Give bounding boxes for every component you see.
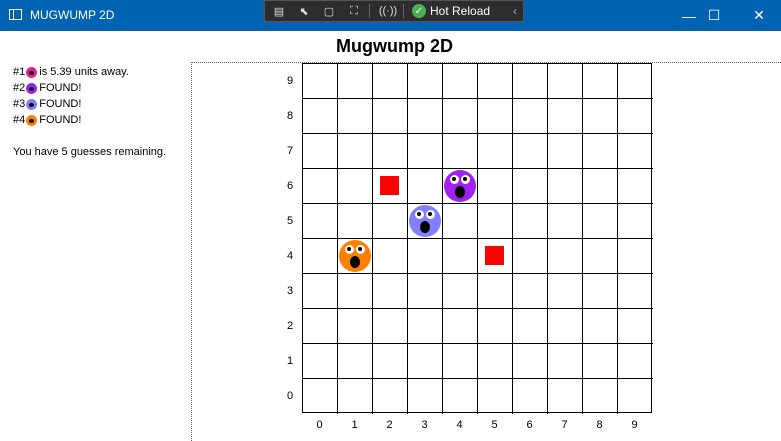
mugwump-eye	[355, 244, 365, 254]
grid-line	[303, 238, 653, 239]
grid[interactable]	[302, 63, 653, 414]
grid-line	[547, 64, 548, 414]
y-axis-label: 1	[287, 354, 294, 367]
grid-line	[582, 64, 583, 414]
mugwump-eye	[425, 209, 435, 219]
x-axis-label: 3	[421, 419, 428, 431]
mugwump-eye	[414, 209, 424, 219]
mugwump-status-text: FOUND!	[39, 98, 82, 110]
mugwump-face-icon	[26, 98, 38, 110]
xaml-debug-toolbar: ▤ ⬉ ▢ ⛶ ((·)) ✓ Hot Reload ‹	[264, 0, 524, 22]
toolbar-separator	[403, 4, 404, 18]
hot-reload-label[interactable]: Hot Reload	[430, 4, 490, 18]
mugwump-eye	[449, 174, 459, 184]
window-title: MUGWUMP 2D	[30, 8, 115, 22]
grid-line	[337, 64, 338, 414]
y-axis-label: 7	[287, 144, 294, 157]
mugwump-face-icon	[26, 66, 38, 78]
x-axis-label: 5	[491, 419, 498, 431]
grid-line	[477, 64, 478, 414]
missed-guess-marker	[379, 175, 399, 195]
y-axis-label: 8	[287, 109, 294, 122]
mugwump-number: #2	[13, 82, 26, 94]
mugwump-eye	[460, 174, 470, 184]
game-title: Mugwump 2D	[336, 36, 453, 56]
mugwump-mouth	[454, 185, 465, 198]
binding-failures-icon[interactable]: ((·))	[377, 2, 399, 20]
grid-line	[303, 203, 653, 204]
mugwump-face-icon	[26, 114, 38, 126]
y-axis-label: 9	[287, 74, 294, 87]
mugwump-number: #3	[13, 98, 26, 110]
live-tree-icon[interactable]: ▤	[268, 2, 290, 20]
guesses-remaining: You have 5 guesses remaining.	[13, 146, 167, 158]
y-axis-label: 4	[287, 249, 294, 262]
mugwump-status-text: is 5.39 units away.	[39, 66, 129, 78]
mugwump-mouth	[419, 220, 430, 233]
grid-line	[303, 308, 653, 309]
x-axis-label: 4	[456, 419, 463, 431]
track-focus-icon[interactable]: ⛶	[343, 2, 365, 20]
grid-line	[303, 98, 653, 99]
grid-line	[617, 64, 618, 414]
x-axis-label: 2	[386, 419, 393, 431]
x-axis-label: 8	[596, 419, 603, 431]
found-mugwump	[338, 239, 371, 272]
y-axis-label: 3	[287, 284, 294, 297]
y-axis-label: 6	[287, 179, 294, 192]
mugwump-status-row: #2 FOUND!	[13, 80, 166, 96]
mugwump-number: #4	[13, 114, 26, 126]
mugwump-mouth	[349, 255, 360, 268]
mugwump-number: #1	[13, 66, 26, 78]
found-mugwump	[408, 204, 441, 237]
mugwump-status-row: #1 is 5.39 units away.	[13, 64, 166, 80]
mugwump-status-text: FOUND!	[39, 82, 82, 94]
title-bar: MUGWUMP 2D ▤ ⬉ ▢ ⛶ ((·)) ✓ Hot Reload ‹ …	[0, 0, 781, 31]
hot-reload-check-icon: ✓	[412, 4, 426, 18]
x-axis-label: 0	[316, 419, 323, 431]
mugwump-status-row: #4 FOUND!	[13, 112, 166, 128]
grid-line	[407, 64, 408, 414]
missed-guess-marker	[484, 245, 504, 265]
y-axis-label: 0	[287, 389, 294, 402]
mugwump-status-row: #3 FOUND!	[13, 96, 166, 112]
y-axis-label: 5	[287, 214, 294, 227]
x-axis-label: 9	[631, 419, 638, 431]
close-button[interactable]: ✕	[736, 0, 781, 31]
mugwump-status-text: FOUND!	[39, 114, 82, 126]
x-axis-label: 7	[561, 419, 568, 431]
grid-line	[303, 378, 653, 379]
mugwump-face-icon	[26, 82, 38, 94]
x-axis-label: 6	[526, 419, 533, 431]
grid-line	[303, 273, 653, 274]
grid-line	[303, 343, 653, 344]
display-layout-adorners-icon[interactable]: ▢	[318, 2, 340, 20]
grid-line	[303, 168, 653, 169]
x-axis-label: 1	[351, 419, 358, 431]
grid-line	[372, 64, 373, 414]
maximize-button[interactable]: ☐	[691, 0, 737, 31]
status-panel: #1 is 5.39 units away. #2 FOUND! #3 FOUN…	[13, 64, 166, 158]
select-element-icon[interactable]: ⬉	[293, 2, 315, 20]
collapse-toolbar-icon[interactable]: ‹	[513, 4, 517, 18]
mugwump-eye	[344, 244, 354, 254]
found-mugwump	[443, 169, 476, 202]
grid-line	[442, 64, 443, 414]
toolbar-separator	[369, 4, 370, 18]
app-icon	[9, 9, 22, 20]
grid-line	[303, 133, 653, 134]
y-axis-label: 2	[287, 319, 294, 332]
grid-line	[512, 64, 513, 414]
